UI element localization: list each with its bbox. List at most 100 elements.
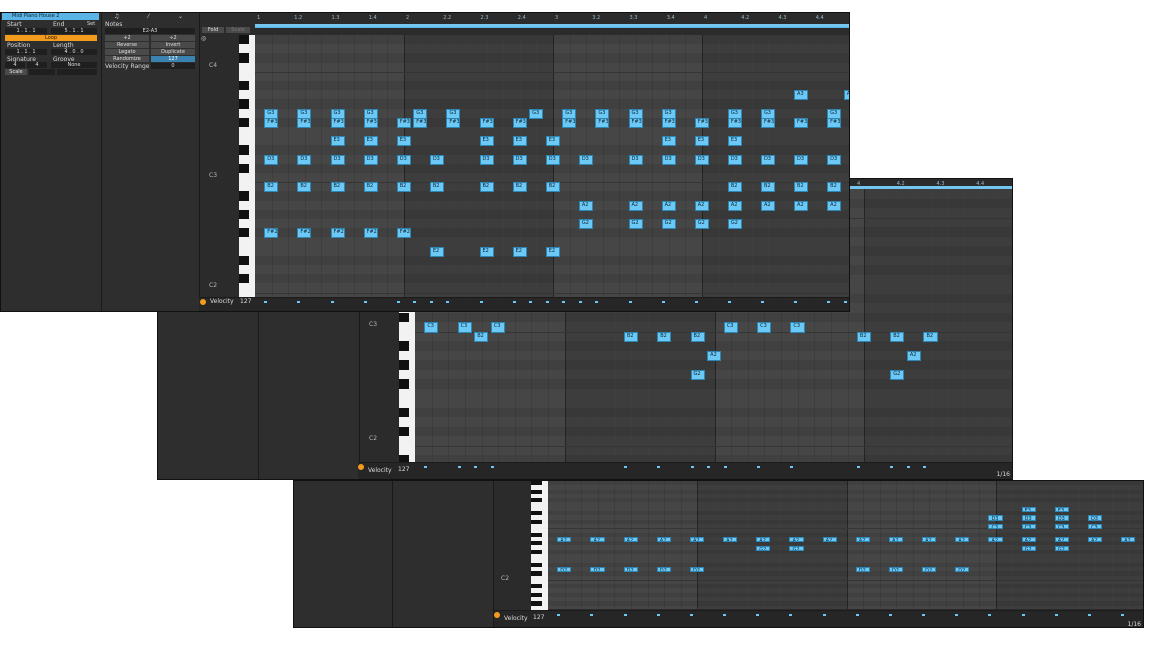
scale-button[interactable]: Scale xyxy=(5,69,27,75)
midi-note[interactable]: F#3 xyxy=(827,117,842,128)
midi-note[interactable]: C3 xyxy=(988,524,1003,530)
midi-note[interactable]: A3 xyxy=(843,90,849,101)
signature-numerator[interactable]: 4 xyxy=(5,62,25,68)
velocity-marker[interactable] xyxy=(396,301,400,303)
black-key[interactable] xyxy=(531,571,542,576)
end-field[interactable]: 5 . 1 . 1 xyxy=(51,28,97,34)
velocity-marker[interactable] xyxy=(789,614,793,616)
midi-note[interactable]: D3 xyxy=(827,154,842,165)
midi-note[interactable]: A2 xyxy=(756,536,771,543)
velocity-marker[interactable] xyxy=(424,466,428,468)
midi-note[interactable]: G2 xyxy=(890,369,905,380)
midi-note[interactable]: F#3 xyxy=(512,117,527,128)
velocity-marker[interactable] xyxy=(578,301,582,303)
set-label[interactable]: Set xyxy=(87,21,95,27)
midi-note[interactable]: B2 xyxy=(545,182,560,193)
invert-button[interactable]: Invert xyxy=(151,42,195,48)
midi-note[interactable]: B2 xyxy=(264,182,279,193)
note-grid-1[interactable]: A3A3G3G3G3G3G3G3G3G3G3G3G3G3G3G3F#3F#3F#… xyxy=(255,35,849,297)
velocity-marker[interactable] xyxy=(623,614,627,616)
velocity-marker[interactable] xyxy=(264,301,268,303)
midi-note[interactable]: F#3 xyxy=(760,117,775,128)
midi-note[interactable]: F#2 xyxy=(363,228,378,239)
midi-note[interactable]: D3 xyxy=(512,154,527,165)
midi-note[interactable]: F#3 xyxy=(264,117,279,128)
tab-notes-icon[interactable]: ♫ xyxy=(114,13,119,20)
black-key[interactable] xyxy=(531,481,542,486)
midi-note[interactable]: G2 xyxy=(661,219,676,230)
midi-note[interactable]: A2 xyxy=(789,536,804,543)
velocity-range-field[interactable]: 0 xyxy=(151,63,195,69)
midi-note[interactable]: D3 xyxy=(628,154,643,165)
midi-note[interactable]: G2 xyxy=(756,545,771,551)
velocity-marker[interactable] xyxy=(363,301,367,303)
midi-note[interactable]: B2 xyxy=(690,331,705,342)
velocity-marker[interactable] xyxy=(657,466,661,468)
black-key[interactable] xyxy=(239,274,249,284)
scale-toggle[interactable]: Scale xyxy=(226,27,250,33)
black-key[interactable] xyxy=(239,81,249,91)
velocity-lane-1[interactable]: Velocity 127 xyxy=(199,297,849,311)
midi-note[interactable]: D3 xyxy=(1054,515,1069,521)
midi-note[interactable]: F#3 xyxy=(595,117,610,128)
midi-note[interactable]: B2 xyxy=(794,182,809,193)
black-key[interactable] xyxy=(531,541,542,546)
velocity-marker[interactable] xyxy=(656,614,660,616)
midi-note[interactable]: B2 xyxy=(512,182,527,193)
headphones-icon[interactable]: ◎ xyxy=(201,35,206,42)
length-field[interactable]: 4 . 0 . 0 xyxy=(51,49,97,55)
signature-denominator[interactable]: 4 xyxy=(27,62,47,68)
midi-note[interactable]: D2 xyxy=(689,567,705,573)
midi-note[interactable]: F#3 xyxy=(562,117,577,128)
midi-note[interactable]: D2 xyxy=(855,567,870,573)
velocity-marker[interactable] xyxy=(790,466,794,468)
midi-note[interactable]: D3 xyxy=(545,154,560,165)
midi-note[interactable]: D3 xyxy=(578,154,593,165)
velocity-marker[interactable] xyxy=(856,466,860,468)
midi-note[interactable]: A2 xyxy=(689,536,705,543)
velocity-marker[interactable] xyxy=(888,614,892,616)
randomize-amount[interactable]: 127 xyxy=(151,56,195,62)
velocity-marker[interactable] xyxy=(727,301,731,303)
midi-note[interactable]: F#3 xyxy=(794,117,809,128)
midi-note[interactable]: F#3 xyxy=(363,117,378,128)
velocity-marker[interactable] xyxy=(446,301,450,303)
midi-note[interactable]: D2 xyxy=(888,567,904,573)
velocity-marker[interactable] xyxy=(760,301,764,303)
velocity-marker[interactable] xyxy=(988,614,992,616)
midi-note[interactable]: A2 xyxy=(955,536,970,543)
midi-note[interactable]: E3 xyxy=(661,136,676,147)
midi-note[interactable]: D2 xyxy=(922,567,937,573)
scale-name-select[interactable] xyxy=(57,69,97,75)
midi-note[interactable]: D2 xyxy=(955,567,970,573)
tab-envelope-icon[interactable]: ⁄ xyxy=(148,13,149,20)
velocity-marker[interactable] xyxy=(512,301,516,303)
midi-note[interactable]: D3 xyxy=(429,154,444,165)
piano-keys-3[interactable] xyxy=(531,481,548,611)
midi-note[interactable]: B2 xyxy=(657,331,672,342)
midi-note[interactable]: E3 xyxy=(1021,506,1036,513)
midi-note[interactable]: F#3 xyxy=(396,117,411,128)
midi-note[interactable]: F#2 xyxy=(297,228,312,239)
velocity-marker[interactable] xyxy=(827,301,831,303)
midi-note[interactable]: A2 xyxy=(827,200,842,211)
midi-note[interactable]: F#3 xyxy=(446,117,461,128)
velocity-marker[interactable] xyxy=(1087,614,1091,616)
midi-note[interactable]: A2 xyxy=(1021,536,1036,543)
velocity-marker[interactable] xyxy=(923,466,927,468)
midi-note[interactable]: E3 xyxy=(545,136,560,147)
velocity-marker[interactable] xyxy=(694,301,698,303)
randomize-button[interactable]: Randomize xyxy=(105,56,149,62)
midi-note[interactable]: B2 xyxy=(429,182,444,193)
black-key[interactable] xyxy=(399,341,409,351)
midi-note[interactable]: D2 xyxy=(656,567,671,573)
velocity-marker[interactable] xyxy=(756,614,760,616)
midi-note[interactable]: C3 xyxy=(457,322,472,333)
velocity-marker[interactable] xyxy=(590,614,594,616)
midi-note[interactable]: E3 xyxy=(363,136,378,147)
clip-title[interactable]: Midi Piano House 2 xyxy=(2,13,99,20)
velocity-marker[interactable] xyxy=(529,301,533,303)
black-key[interactable] xyxy=(399,360,409,370)
midi-note[interactable]: D3 xyxy=(396,154,411,165)
midi-note[interactable]: D3 xyxy=(330,154,345,165)
